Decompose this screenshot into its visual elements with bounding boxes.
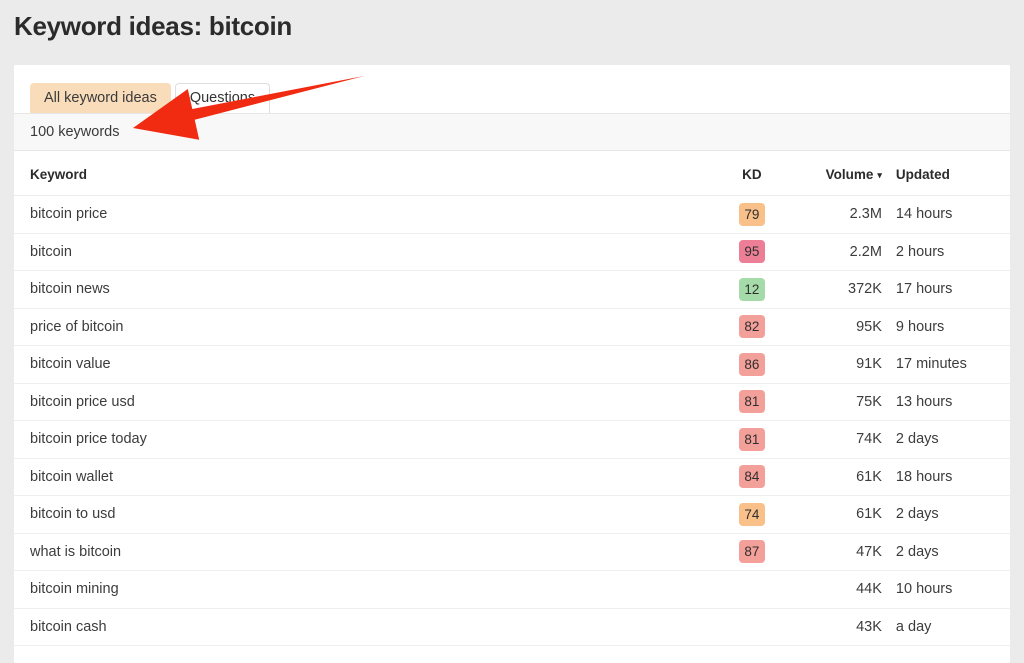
table-row[interactable]: price of bitcoin 82 95K9 hours xyxy=(14,308,1010,346)
cell-keyword[interactable]: bitcoin mining xyxy=(14,571,715,609)
table-row[interactable]: bitcoin wallet 84 61K18 hours xyxy=(14,458,1010,496)
cell-updated: 9 hours xyxy=(882,308,1010,346)
cell-kd: 82 xyxy=(715,308,788,346)
kd-badge: 12 xyxy=(739,278,765,301)
kd-badge: 86 xyxy=(739,353,765,376)
cell-updated: 2 days xyxy=(882,533,1010,571)
cell-updated: 18 hours xyxy=(882,458,1010,496)
kd-badge: 84 xyxy=(739,465,765,488)
cell-keyword[interactable]: bitcoin value xyxy=(14,346,715,384)
cell-kd xyxy=(715,571,788,609)
table-row[interactable]: bitcoin mining 44K10 hours xyxy=(14,571,1010,609)
cell-kd: 86 xyxy=(715,346,788,384)
table-row[interactable]: bitcoin price 79 2.3M14 hours xyxy=(14,196,1010,234)
cell-kd xyxy=(715,608,788,646)
cell-keyword[interactable]: bitcoin price usd xyxy=(14,383,715,421)
cell-volume: 95K xyxy=(788,308,882,346)
cell-updated: 2 hours xyxy=(882,233,1010,271)
table-row[interactable]: what is bitcoin 87 47K2 days xyxy=(14,533,1010,571)
table-row[interactable]: bitcoin 95 2.2M2 hours xyxy=(14,233,1010,271)
table-row[interactable]: bitcoin news 12 372K17 hours xyxy=(14,271,1010,309)
column-header-kd[interactable]: KD xyxy=(715,151,788,196)
cell-updated: 17 minutes xyxy=(882,346,1010,384)
cell-keyword[interactable]: what is bitcoin xyxy=(14,533,715,571)
cell-updated: 14 hours xyxy=(882,196,1010,234)
cell-volume: 2.3M xyxy=(788,196,882,234)
kd-badge: 81 xyxy=(739,428,765,451)
table-header: Keyword KD Volume▾ Updated xyxy=(14,151,1010,196)
kd-badge: 74 xyxy=(739,503,765,526)
cell-keyword[interactable]: bitcoin xyxy=(14,233,715,271)
cell-kd: 81 xyxy=(715,383,788,421)
cell-updated: 13 hours xyxy=(882,383,1010,421)
column-header-keyword-label: Keyword xyxy=(30,167,87,182)
cell-volume: 2.2M xyxy=(788,233,882,271)
tab-strip: All keyword ideas Questions xyxy=(14,65,1010,113)
table-row[interactable]: bitcoin price today 81 74K2 days xyxy=(14,421,1010,459)
cell-keyword[interactable]: price of bitcoin xyxy=(14,308,715,346)
cell-volume: 43K xyxy=(788,608,882,646)
tab-questions[interactable]: Questions xyxy=(175,83,270,113)
cell-kd: 79 xyxy=(715,196,788,234)
table-row[interactable]: bitcoin value 86 91K17 minutes xyxy=(14,346,1010,384)
table-row[interactable]: bitcoin price usd 81 75K13 hours xyxy=(14,383,1010,421)
cell-volume: 44K xyxy=(788,571,882,609)
table-row[interactable]: bitcoin cash 43Ka day xyxy=(14,608,1010,646)
cell-volume: 61K xyxy=(788,496,882,534)
kd-badge-empty xyxy=(739,576,765,599)
cell-keyword[interactable]: bitcoin cash xyxy=(14,608,715,646)
screenshot-root: Keyword ideas: bitcoin All keyword ideas… xyxy=(0,0,1024,663)
cell-volume: 75K xyxy=(788,383,882,421)
cell-updated: 2 days xyxy=(882,421,1010,459)
cell-updated: 10 hours xyxy=(882,571,1010,609)
kd-badge: 95 xyxy=(739,240,765,263)
sort-descending-caret-icon[interactable]: ▾ xyxy=(877,170,882,181)
column-header-updated[interactable]: Updated xyxy=(882,151,1010,196)
kd-badge-empty xyxy=(739,613,765,636)
column-header-volume-label: Volume xyxy=(826,167,874,182)
cell-kd: 95 xyxy=(715,233,788,271)
table-body: bitcoin price 79 2.3M14 hours bitcoin 95 2.2M… xyxy=(14,196,1010,646)
cell-keyword[interactable]: bitcoin news xyxy=(14,271,715,309)
tab-all-keyword-ideas[interactable]: All keyword ideas xyxy=(30,83,171,113)
cell-updated: 17 hours xyxy=(882,271,1010,309)
table-row[interactable]: bitcoin to usd 74 61K2 days xyxy=(14,496,1010,534)
kd-badge: 79 xyxy=(739,203,765,226)
kd-badge: 82 xyxy=(739,315,765,338)
kd-badge: 87 xyxy=(739,540,765,563)
cell-volume: 47K xyxy=(788,533,882,571)
keyword-count-bar: 100 keywords xyxy=(14,113,1010,151)
kd-badge: 81 xyxy=(739,390,765,413)
column-header-updated-label: Updated xyxy=(896,167,950,182)
keyword-count-label: 100 keywords xyxy=(30,124,119,140)
cell-kd: 12 xyxy=(715,271,788,309)
cell-volume: 372K xyxy=(788,271,882,309)
cell-kd: 74 xyxy=(715,496,788,534)
column-header-keyword[interactable]: Keyword xyxy=(14,151,715,196)
cell-keyword[interactable]: bitcoin price xyxy=(14,196,715,234)
cell-kd: 87 xyxy=(715,533,788,571)
cell-volume: 74K xyxy=(788,421,882,459)
cell-keyword[interactable]: bitcoin to usd xyxy=(14,496,715,534)
keyword-ideas-card: All keyword ideas Questions 100 keywords… xyxy=(14,65,1010,663)
cell-volume: 91K xyxy=(788,346,882,384)
cell-kd: 81 xyxy=(715,421,788,459)
cell-kd: 84 xyxy=(715,458,788,496)
table-header-row: Keyword KD Volume▾ Updated xyxy=(14,151,1010,196)
cell-volume: 61K xyxy=(788,458,882,496)
column-header-kd-label: KD xyxy=(742,167,762,182)
cell-keyword[interactable]: bitcoin price today xyxy=(14,421,715,459)
cell-updated: 2 days xyxy=(882,496,1010,534)
cell-keyword[interactable]: bitcoin wallet xyxy=(14,458,715,496)
cell-updated: a day xyxy=(882,608,1010,646)
keyword-ideas-table: Keyword KD Volume▾ Updated bitcoin price… xyxy=(14,151,1010,646)
column-header-volume[interactable]: Volume▾ xyxy=(788,151,882,196)
page-title: Keyword ideas: bitcoin xyxy=(14,8,292,44)
